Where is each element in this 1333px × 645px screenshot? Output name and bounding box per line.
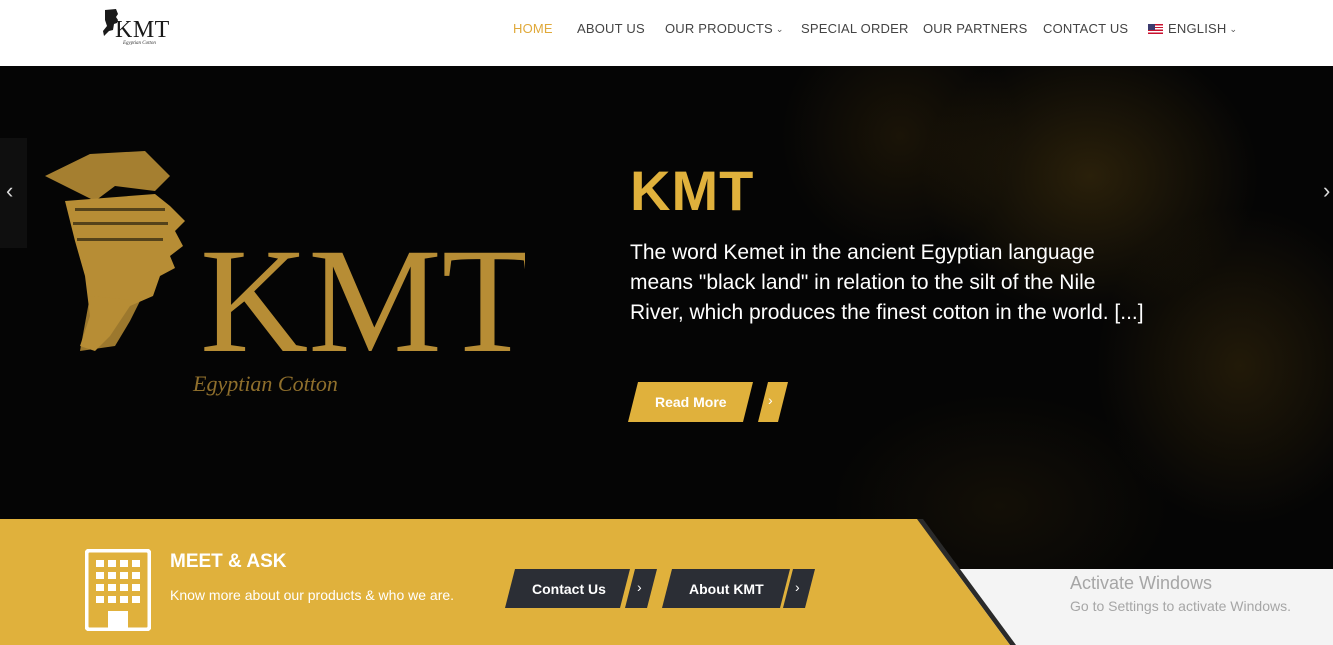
nefertiti-emblem-icon: KMT Egyptian Cotton (45, 151, 533, 396)
hero-description: The word Kemet in the ancient Egyptian l… (630, 241, 1144, 324)
nav-home[interactable]: HOME (513, 21, 553, 36)
kmt-emblem: KMT Egyptian Cotton (35, 146, 533, 406)
nav-products-label: OUR PRODUCTS (665, 21, 773, 36)
chevron-right-icon: › (637, 579, 642, 595)
nav-home-label: HOME (513, 21, 553, 36)
hero-slider: KMT Egyptian Cotton ‹ › KMT The word Kem… (0, 66, 1333, 569)
chevron-right-icon: › (795, 579, 800, 595)
chevron-down-icon: ⌄ (775, 24, 784, 34)
nav-special-order[interactable]: SPECIAL ORDER (801, 21, 909, 36)
meet-and-ask-title: MEET & ASK (170, 551, 287, 572)
site-header: KMT Egyptian Cotton HOME ABOUT US OUR PR… (0, 0, 1333, 66)
meet-and-ask-subtitle: Know more about our products & who we ar… (170, 587, 455, 603)
contact-us-label: Contact Us (532, 581, 606, 597)
watermark-line-1: Activate Windows (1070, 573, 1213, 593)
slider-next-button[interactable]: › (1323, 178, 1333, 208)
building-icon (85, 549, 151, 631)
nav-contact-label: CONTACT US (1043, 21, 1129, 36)
slider-prev-button[interactable]: ‹ (0, 138, 27, 248)
chevron-right-icon: › (768, 392, 773, 408)
band-yellow-area (0, 519, 1010, 645)
language-label: ENGLISH (1168, 21, 1227, 36)
contact-us-main: Contact Us (505, 569, 630, 608)
nav-about-label: ABOUT US (577, 21, 645, 36)
main-nav: HOME ABOUT US OUR PRODUCTS ⌄ SPECIAL ORDE… (0, 0, 1333, 60)
about-kmt-main: About KMT (662, 569, 790, 608)
nav-partners-label: OUR PARTNERS (923, 21, 1028, 36)
us-flag-icon (1148, 24, 1163, 34)
chevron-left-icon: ‹ (6, 178, 14, 203)
hero-title: KMT (630, 159, 755, 222)
emblem-tagline: Egyptian Cotton (192, 371, 338, 396)
language-selector[interactable]: ENGLISH ⌄ (1148, 21, 1237, 36)
watermark-line-2: Go to Settings to activate Windows. (1070, 598, 1291, 614)
nav-about-us[interactable]: ABOUT US (577, 21, 645, 36)
nav-special-order-label: SPECIAL ORDER (801, 21, 909, 36)
chevron-down-icon: ⌄ (1229, 24, 1238, 34)
nav-contact-us[interactable]: CONTACT US (1043, 21, 1128, 36)
chevron-right-icon: › (1323, 178, 1331, 203)
read-more-label: Read More (655, 394, 727, 410)
activate-windows-watermark: Activate Windows Go to Settings to activ… (1070, 573, 1291, 614)
about-kmt-label: About KMT (689, 581, 764, 597)
read-more-main: Read More (628, 382, 753, 422)
nav-our-products[interactable]: OUR PRODUCTS ⌄ (665, 21, 784, 36)
nav-our-partners[interactable]: OUR PARTNERS (923, 21, 1028, 36)
emblem-text: KMT (200, 218, 525, 384)
